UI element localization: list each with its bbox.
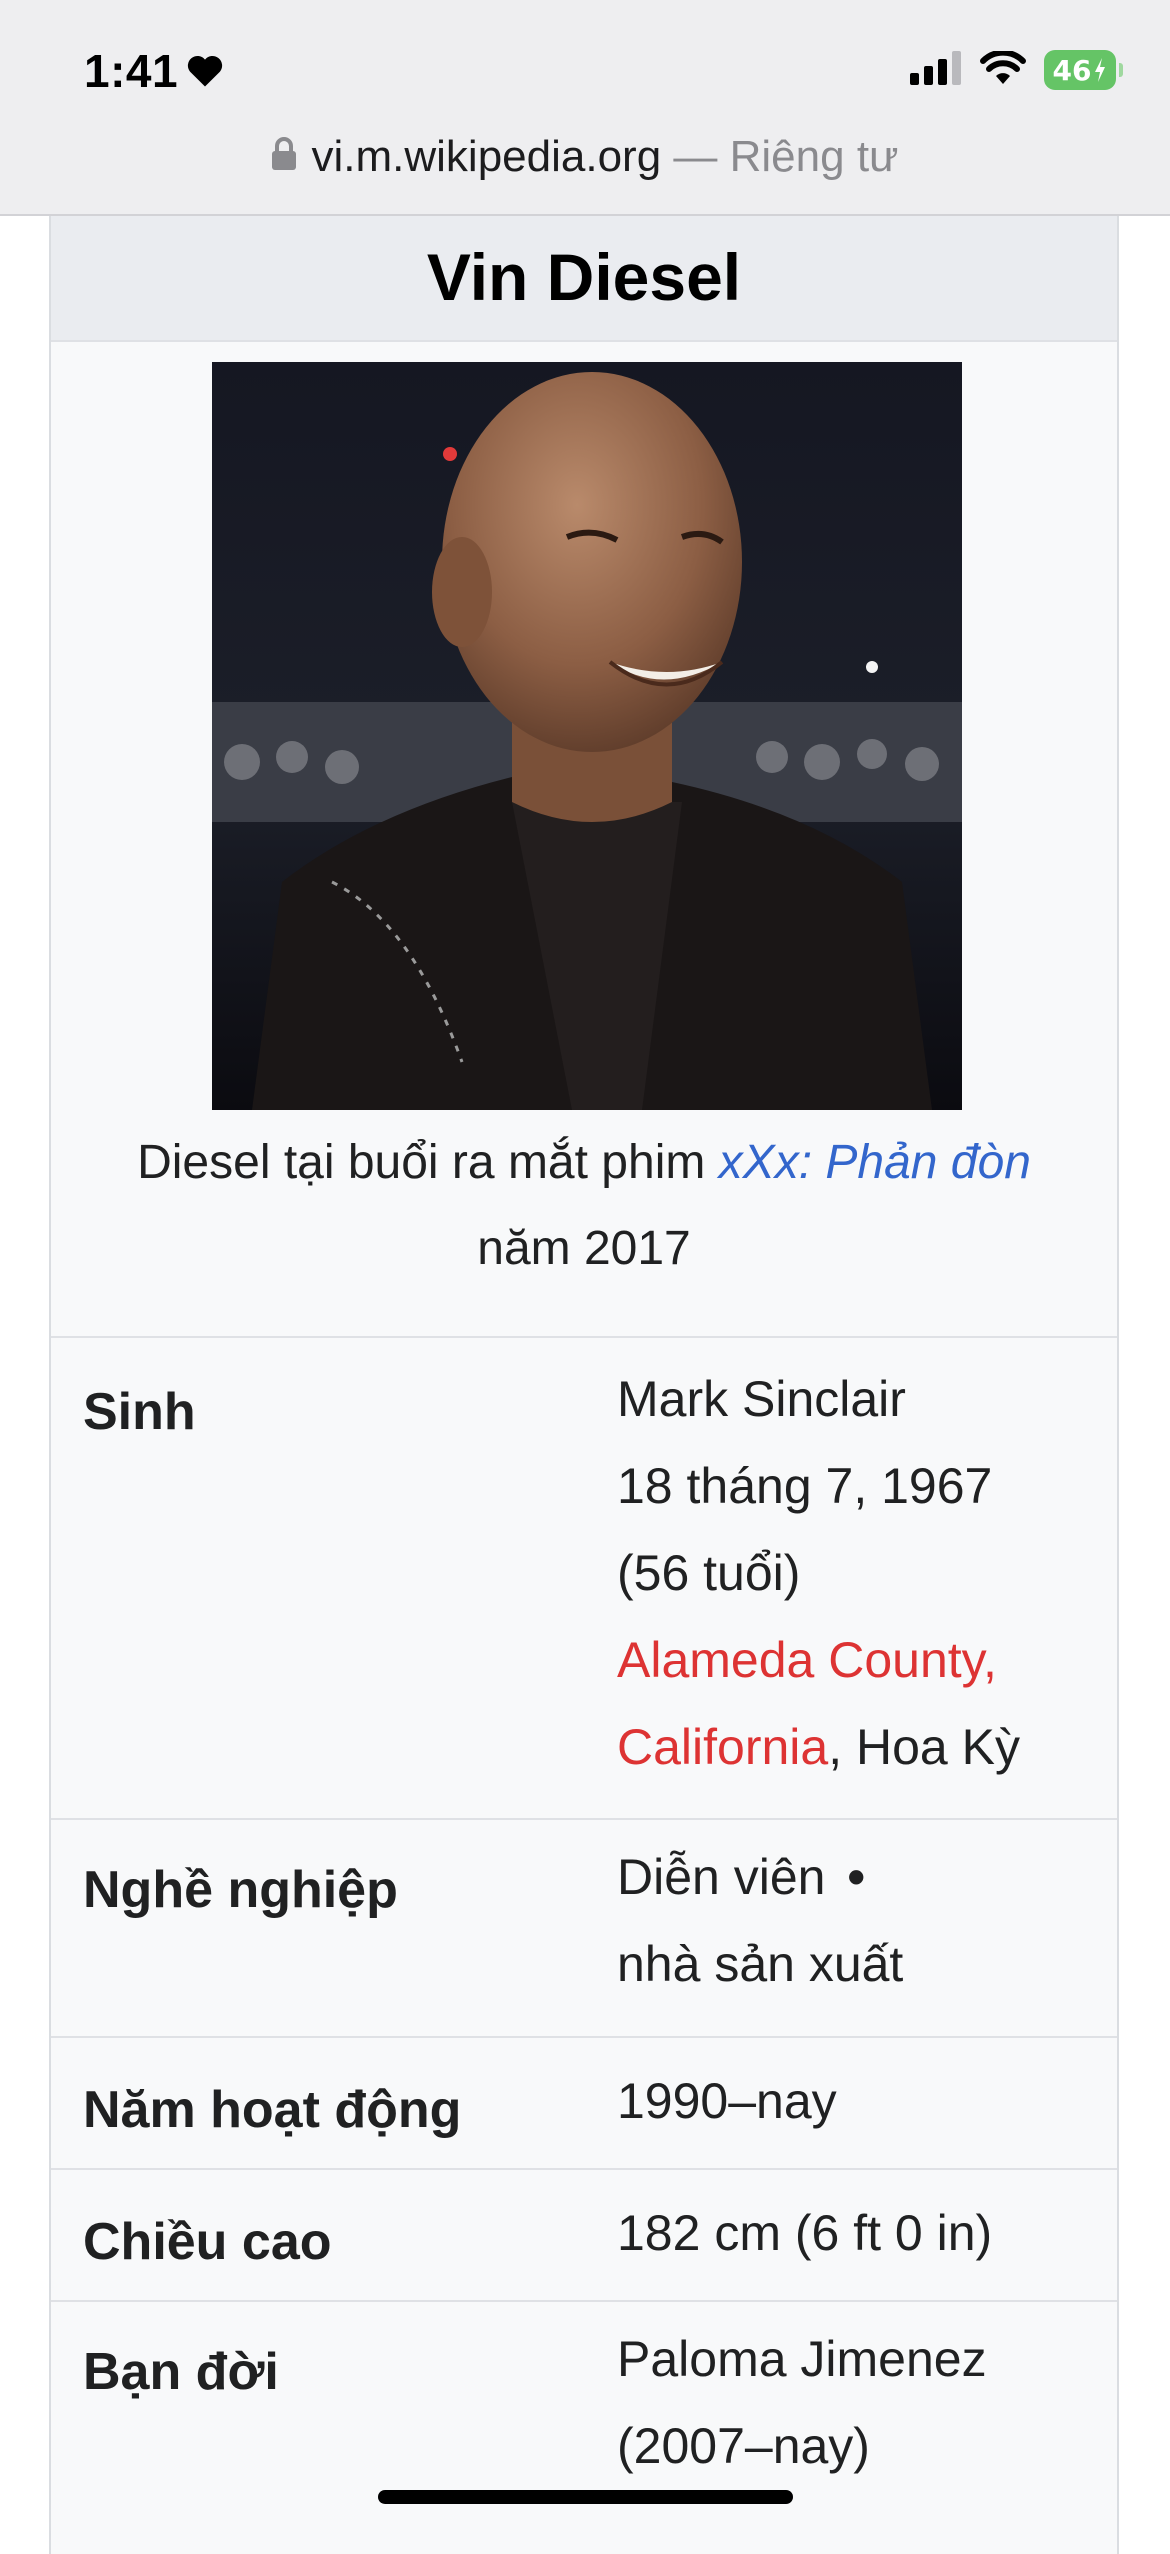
height-value: 182 cm (6 ft 0 in) bbox=[617, 2205, 993, 2261]
list-bullet: • bbox=[847, 1849, 865, 1905]
occupation-item: Diễn viên bbox=[617, 1849, 826, 1905]
wifi-icon bbox=[980, 49, 1026, 90]
born-value: Mark Sinclair 18 tháng 7, 1967 (56 tuổi)… bbox=[617, 1356, 1077, 1791]
occupation-item: nhà sản xuất bbox=[617, 1936, 904, 1992]
years-active-label: Năm hoạt động bbox=[83, 2081, 462, 2139]
birth-name: Mark Sinclair bbox=[617, 1371, 906, 1427]
row-occupation: Nghề nghiệp Diễn viên • nhà sản xuất bbox=[51, 1818, 1117, 2036]
born-label: Sinh bbox=[83, 1383, 196, 1441]
caption-suffix: năm 2017 bbox=[477, 1222, 691, 1275]
spouse-years: (2007–nay) bbox=[617, 2418, 870, 2474]
years-active-value: 1990–nay bbox=[617, 2073, 837, 2129]
birth-date: 18 tháng 7, 1967 bbox=[617, 1458, 993, 1514]
spouse-label: Bạn đời bbox=[83, 2343, 279, 2401]
row-born: Sinh Mark Sinclair 18 tháng 7, 1967 (56 … bbox=[51, 1336, 1117, 1818]
spouse-value: Paloma Jimenez (2007–nay) bbox=[617, 2316, 1077, 2490]
heart-icon bbox=[186, 54, 224, 88]
infobox-rows: Sinh Mark Sinclair 18 tháng 7, 1967 (56 … bbox=[51, 1336, 1117, 2520]
home-indicator[interactable] bbox=[378, 2490, 793, 2504]
row-height: Chiều cao 182 cm (6 ft 0 in) bbox=[51, 2168, 1117, 2300]
battery-level: 46 bbox=[1052, 53, 1092, 87]
lock-icon bbox=[271, 132, 297, 182]
caption-text: Diesel tại buổi ra mắt phim bbox=[137, 1136, 719, 1189]
infobox-title: Vin Diesel bbox=[51, 214, 1117, 342]
browser-top-bar: 1:41 46 vi.m.wikipedia.org — Riêng tư bbox=[0, 0, 1170, 216]
status-indicators: 46 bbox=[910, 49, 1123, 90]
age: (56 tuổi) bbox=[617, 1545, 801, 1601]
row-years-active: Năm hoạt động 1990–nay bbox=[51, 2036, 1117, 2168]
url-host: vi.m.wikipedia.org bbox=[311, 132, 662, 181]
photo-caption: Diesel tại buổi ra mắt phim xXx: Phản đò… bbox=[111, 1120, 1057, 1292]
address-bar[interactable]: vi.m.wikipedia.org — Riêng tư bbox=[0, 132, 1170, 182]
occupation-label: Nghề nghiệp bbox=[83, 1861, 398, 1919]
battery-charging-icon: 46 bbox=[1044, 50, 1123, 90]
spouse-name: Paloma Jimenez bbox=[617, 2331, 987, 2387]
row-spouse: Bạn đời Paloma Jimenez (2007–nay) bbox=[51, 2300, 1117, 2520]
height-label: Chiều cao bbox=[83, 2213, 332, 2271]
birth-country: , Hoa Kỳ bbox=[828, 1719, 1020, 1775]
status-time: 1:41 bbox=[84, 44, 224, 98]
url-privacy-label: — Riêng tư bbox=[673, 132, 899, 181]
film-link[interactable]: xXx: Phản đòn bbox=[719, 1136, 1031, 1189]
status-time-text: 1:41 bbox=[84, 45, 179, 97]
portrait-photo[interactable] bbox=[212, 362, 962, 1110]
cellular-signal-icon bbox=[910, 50, 962, 90]
infobox: Vin Diesel Diesel tại buổi ra mắt phim x… bbox=[49, 214, 1119, 2554]
occupation-value: Diễn viên • nhà sản xuất bbox=[617, 1834, 1077, 2008]
